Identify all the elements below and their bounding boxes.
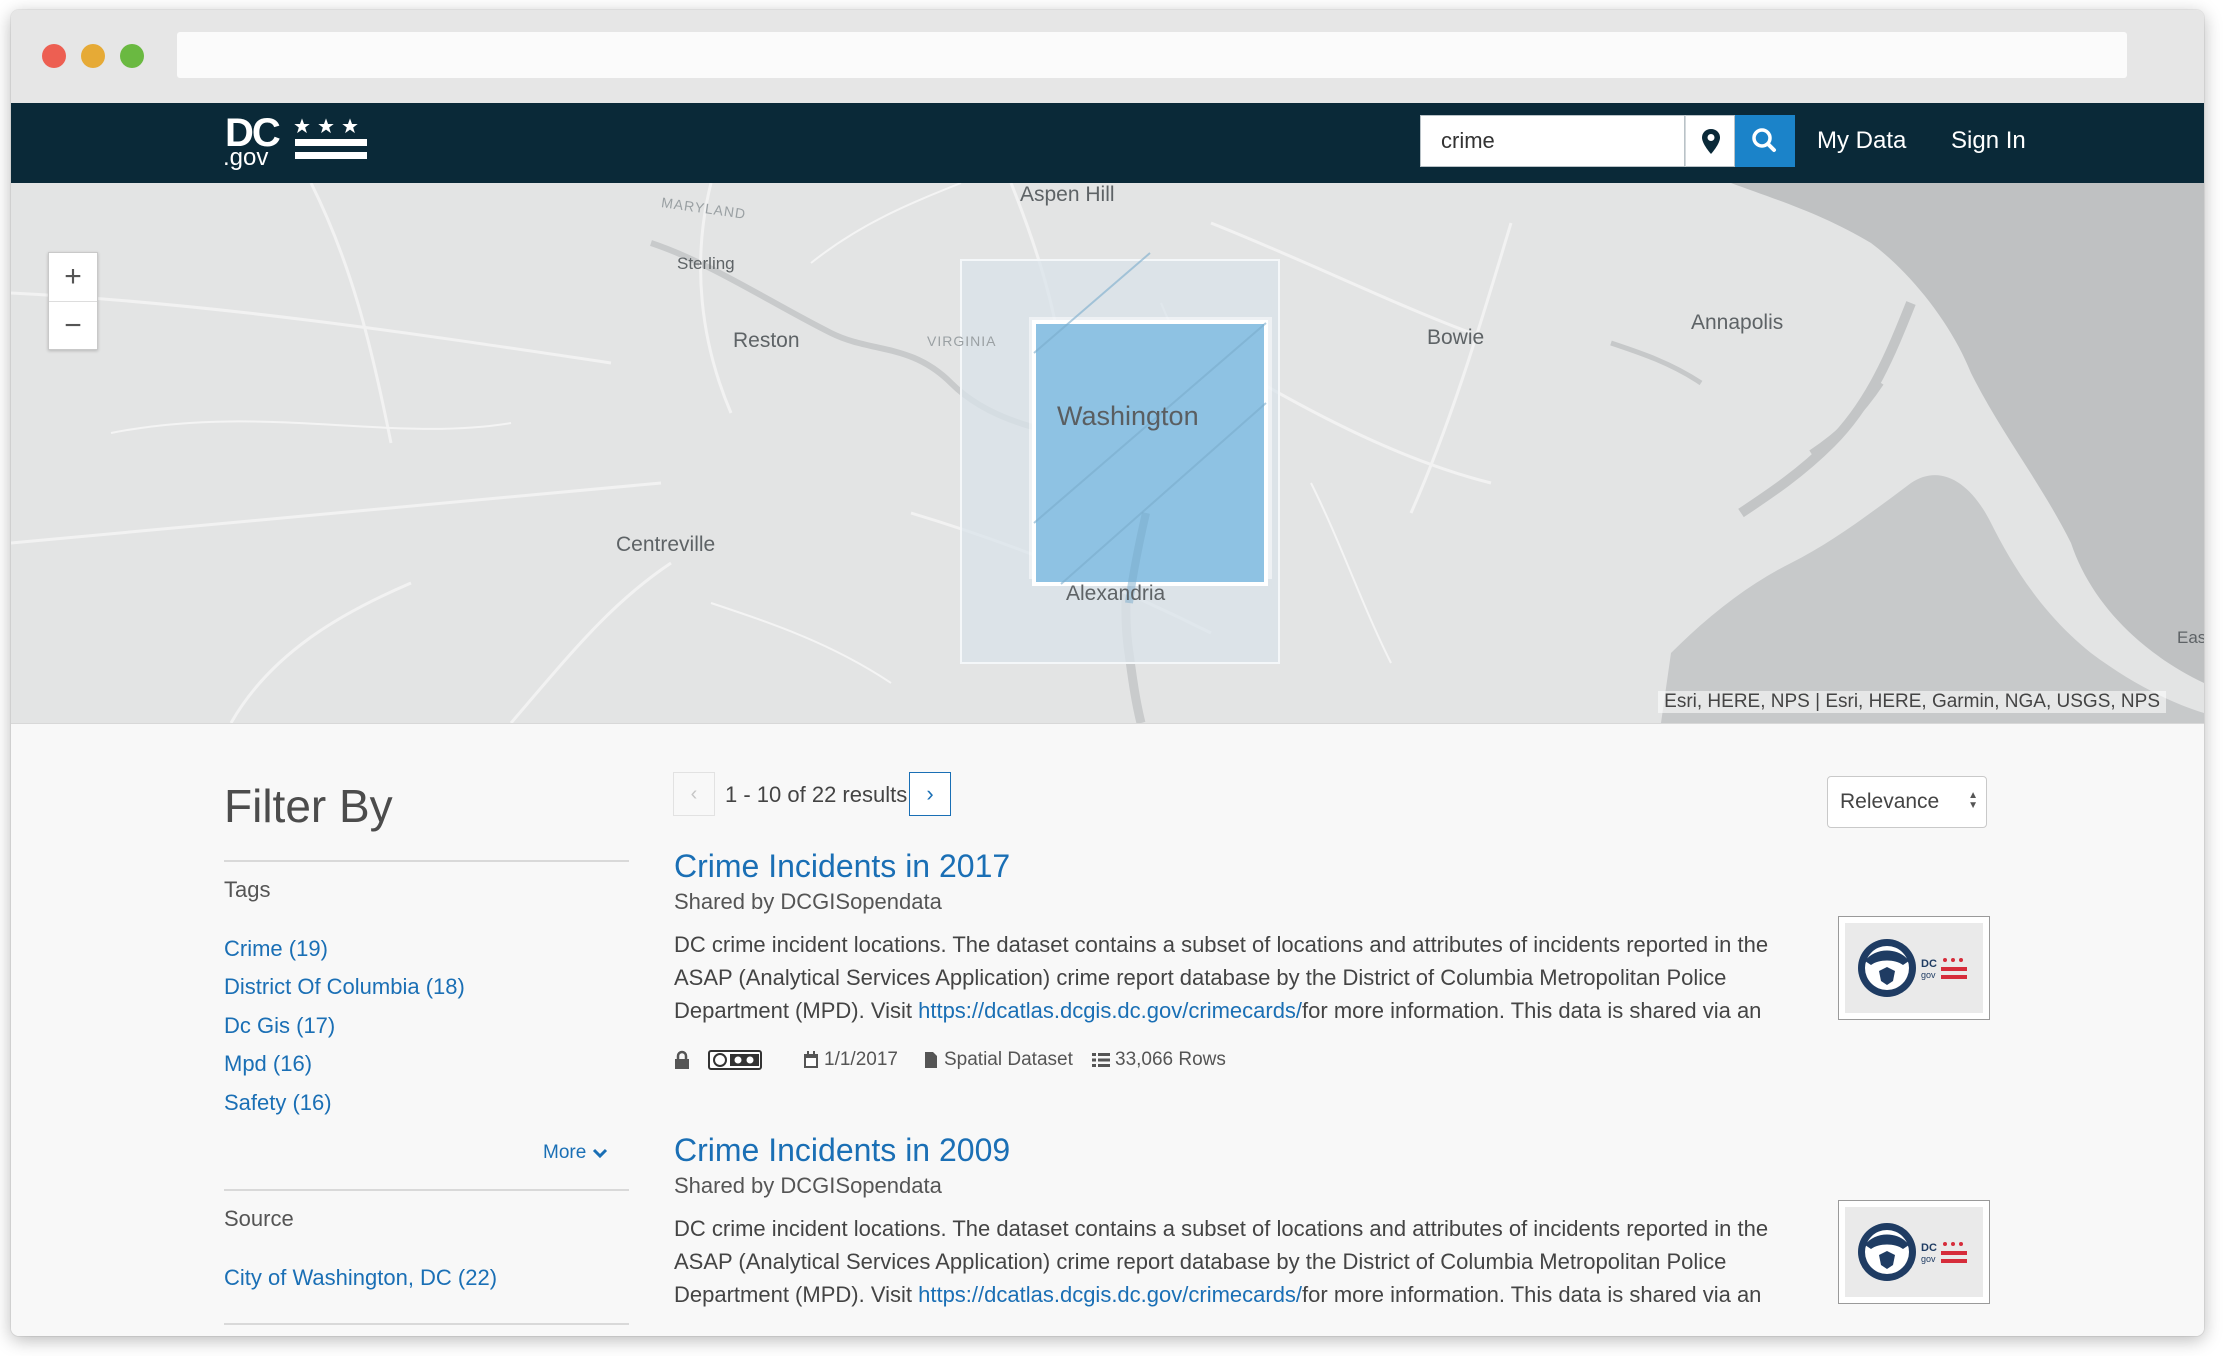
map-attribution: Esri, HERE, NPS | Esri, HERE, Garmin, NG… bbox=[1658, 691, 2166, 713]
minimize-window-button[interactable] bbox=[81, 44, 105, 68]
map-label-annapolis: Annapolis bbox=[1691, 311, 1784, 334]
map-view[interactable]: + − Aspen Hill MARYLAND Sterling Reston … bbox=[11, 183, 2204, 723]
location-button[interactable] bbox=[1685, 115, 1735, 167]
mpd-logo-icon: DC gov bbox=[1858, 1223, 1967, 1281]
crimecards-link[interactable]: https://dcatlas.dcgis.dc.gov/crimecards/ bbox=[918, 998, 1302, 1023]
browser-window: DC .gov crime My Data Sign In + − Aspen … bbox=[11, 10, 2204, 1336]
result-type: Spatial Dataset bbox=[944, 1049, 1073, 1070]
source-divider bbox=[224, 1189, 629, 1191]
more-tags-link[interactable]: More bbox=[543, 1142, 608, 1164]
my-data-link[interactable]: My Data bbox=[1817, 125, 1906, 157]
results-count: 1 - 10 of 22 results bbox=[725, 782, 908, 807]
tag-filter-dc-gis[interactable]: Dc Gis (17) bbox=[224, 1013, 335, 1039]
tag-filter-safety[interactable]: Safety (16) bbox=[224, 1090, 332, 1116]
map-label-reston: Reston bbox=[733, 329, 800, 352]
map-label-sterling: Sterling bbox=[677, 254, 735, 273]
map-pin-icon bbox=[1702, 129, 1720, 154]
mpd-logo-icon: DC gov bbox=[1858, 939, 1967, 997]
source-label: Source bbox=[224, 1206, 294, 1231]
logo-subtext: .gov bbox=[223, 144, 269, 171]
result-shared-by: Shared by DCGISopendata bbox=[674, 1173, 942, 1198]
map-label-alexandria: Alexandria bbox=[1066, 582, 1166, 605]
more-tags-label: More bbox=[543, 1142, 587, 1163]
select-arrows-icon: ▲ ▼ bbox=[1968, 790, 1978, 811]
search-button[interactable] bbox=[1735, 115, 1795, 167]
filter-title: Filter By bbox=[224, 780, 393, 832]
maximize-window-button[interactable] bbox=[120, 44, 144, 68]
thumbnail-image: DC gov bbox=[1845, 1207, 1983, 1297]
creative-commons-icon bbox=[708, 1045, 762, 1075]
map-label-centreville: Centreville bbox=[616, 533, 716, 556]
previous-page-button[interactable]: ‹ bbox=[673, 772, 715, 816]
file-icon bbox=[924, 1045, 938, 1075]
svg-text:DC: DC bbox=[1921, 1242, 1937, 1254]
sort-selected-value: Relevance bbox=[1840, 790, 1940, 813]
address-bar[interactable] bbox=[177, 32, 2127, 78]
filter-divider bbox=[224, 860, 629, 862]
result-item: Crime Incidents in 2017 Shared by DCGISo… bbox=[674, 846, 1814, 1075]
crimecards-link[interactable]: https://dcatlas.dcgis.dc.gov/crimecards/ bbox=[918, 1282, 1302, 1307]
result-description: DC crime incident locations. The dataset… bbox=[674, 1212, 1814, 1311]
result-rows: 33,066 Rows bbox=[1115, 1049, 1226, 1070]
map-label-east: East bbox=[2177, 628, 2204, 647]
result-title-link[interactable]: Crime Incidents in 2009 bbox=[674, 1130, 1814, 1170]
svg-text:gov: gov bbox=[1921, 970, 1936, 980]
map-label-bowie: Bowie bbox=[1427, 326, 1485, 349]
svg-text:DC: DC bbox=[1921, 958, 1937, 970]
chevron-down-icon bbox=[592, 1148, 607, 1159]
tag-filter-crime[interactable]: Crime (19) bbox=[224, 936, 328, 962]
search-icon bbox=[1752, 128, 1776, 152]
site-header: DC .gov crime My Data Sign In bbox=[11, 103, 2204, 183]
tags-label: Tags bbox=[224, 877, 271, 902]
result-description-tail: for more information. This data is share… bbox=[1302, 1282, 1762, 1307]
basemap bbox=[11, 183, 2204, 723]
search-results-section: Filter By Tags Crime (19) District Of Co… bbox=[11, 723, 2204, 1336]
flag-stars-icon bbox=[294, 118, 367, 159]
sort-select[interactable]: Relevance ▲ ▼ bbox=[1827, 776, 1987, 828]
map-label-virginia: VIRGINIA bbox=[927, 333, 997, 349]
result-item: Crime Incidents in 2009 Shared by DCGISo… bbox=[674, 1130, 1814, 1311]
tag-filter-district-of-columbia[interactable]: District Of Columbia (18) bbox=[224, 974, 465, 1000]
result-thumbnail[interactable]: DC gov bbox=[1838, 1200, 1990, 1304]
result-description: DC crime incident locations. The dataset… bbox=[674, 928, 1814, 1027]
list-rows-icon bbox=[1092, 1045, 1110, 1075]
result-description-tail: for more information. This data is share… bbox=[1302, 998, 1762, 1023]
svg-text:gov: gov bbox=[1921, 1254, 1936, 1264]
close-window-button[interactable] bbox=[42, 44, 66, 68]
result-thumbnail[interactable]: DC gov bbox=[1838, 916, 1990, 1020]
map-label-washington: Washington bbox=[1057, 401, 1199, 431]
tag-filter-mpd[interactable]: Mpd (16) bbox=[224, 1051, 312, 1077]
zoom-in-button[interactable]: + bbox=[49, 253, 97, 301]
calendar-icon bbox=[803, 1045, 819, 1075]
search-input[interactable]: crime bbox=[1420, 115, 1685, 167]
dc-gov-logo[interactable]: DC .gov bbox=[223, 111, 385, 173]
result-shared-by: Shared by DCGISopendata bbox=[674, 889, 942, 914]
zoom-out-button[interactable]: − bbox=[49, 301, 97, 349]
next-filter-divider bbox=[224, 1323, 629, 1325]
result-date: 1/1/2017 bbox=[824, 1049, 898, 1070]
map-label-aspen-hill: Aspen Hill bbox=[1020, 183, 1115, 206]
zoom-control: + − bbox=[48, 252, 98, 350]
source-filter-city-of-washington[interactable]: City of Washington, DC (22) bbox=[224, 1265, 497, 1291]
lock-icon bbox=[674, 1045, 690, 1075]
next-page-button[interactable]: › bbox=[909, 772, 951, 816]
sign-in-link[interactable]: Sign In bbox=[1951, 125, 2026, 157]
browser-titlebar bbox=[11, 10, 2204, 103]
result-title-link[interactable]: Crime Incidents in 2017 bbox=[674, 846, 1814, 886]
thumbnail-image: DC gov bbox=[1845, 923, 1983, 1013]
result-meta: 1/1/2017 Spatial Dataset 33,066 Rows bbox=[674, 1045, 1814, 1075]
